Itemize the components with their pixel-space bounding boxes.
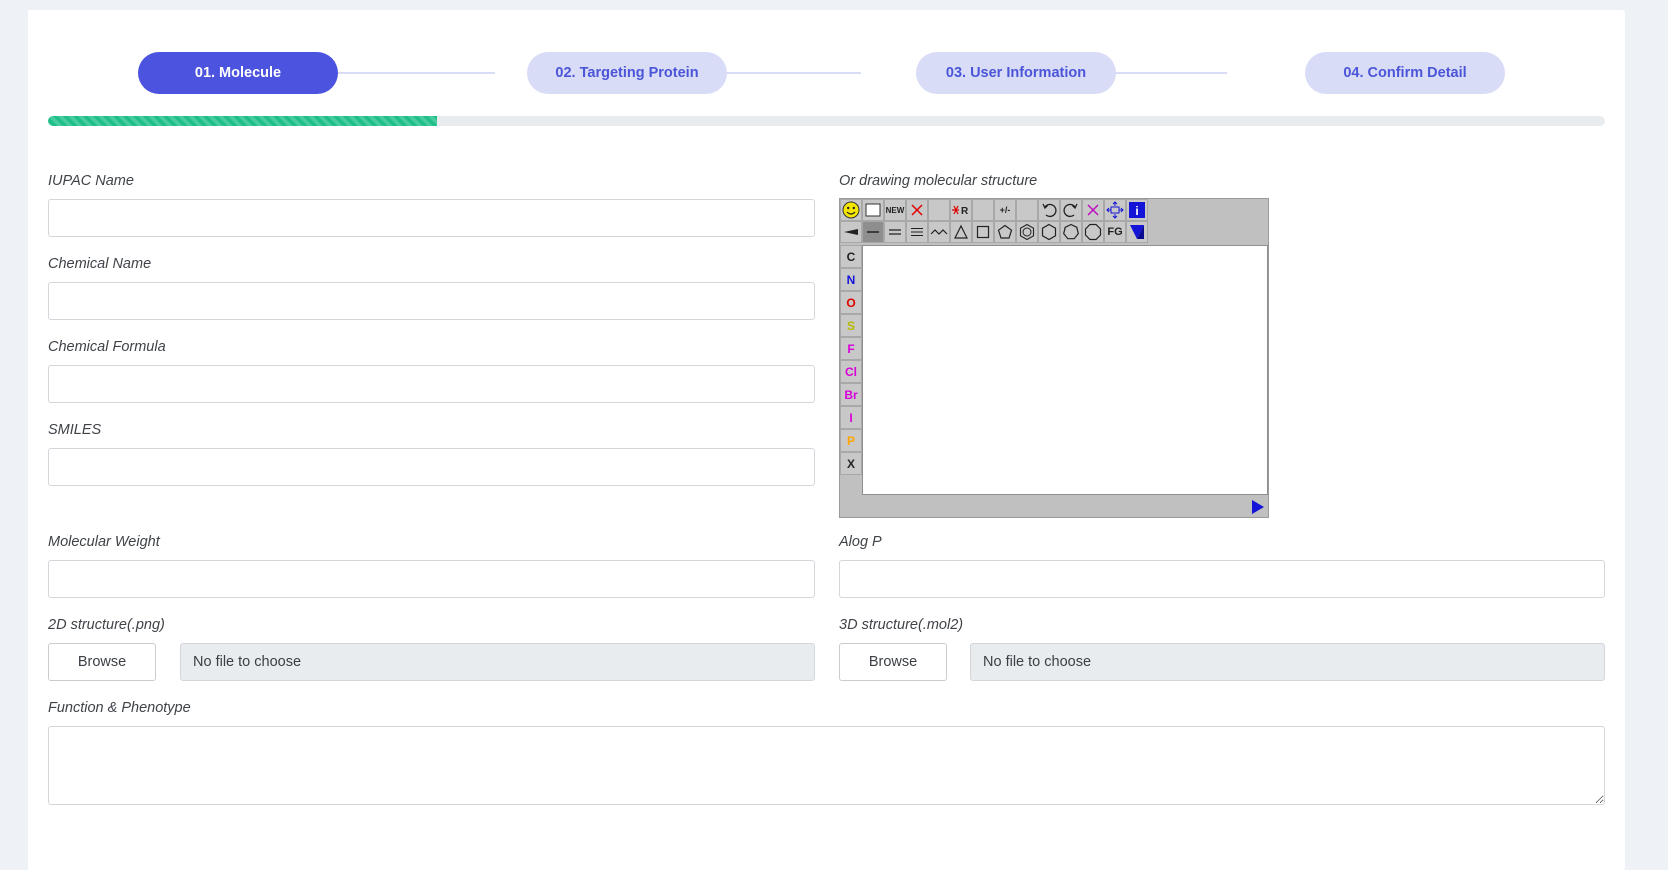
atom-button-p[interactable]: P xyxy=(840,429,862,452)
drawing-canvas[interactable] xyxy=(862,245,1268,495)
atom-button-cl[interactable]: Cl xyxy=(840,360,862,383)
double-bond-icon[interactable] xyxy=(884,221,906,243)
clear-icon[interactable] xyxy=(1082,199,1104,221)
new-button[interactable]: NEW xyxy=(884,199,906,221)
undo-icon[interactable] xyxy=(1038,199,1060,221)
wedge-bond-icon[interactable] xyxy=(840,221,862,243)
ring-3-icon[interactable] xyxy=(950,221,972,243)
ring-7-icon[interactable] xyxy=(1060,221,1082,243)
move-icon[interactable] xyxy=(1104,199,1126,221)
blank-toolbar-slot xyxy=(928,199,950,221)
smiley-icon[interactable] xyxy=(840,199,862,221)
smiles-input[interactable] xyxy=(48,448,815,486)
atom-button-c[interactable]: C xyxy=(840,245,862,268)
select-frame-icon[interactable] xyxy=(862,199,884,221)
ring-6-icon[interactable] xyxy=(1038,221,1060,243)
form-card: 01. Molecule 02. Targeting Protein 03. U… xyxy=(28,10,1625,870)
editor-toolbar-top: NEW R +/- i xyxy=(840,199,1148,221)
browse-3d-button[interactable]: Browse xyxy=(839,643,947,681)
delete-r-group-icon[interactable]: R xyxy=(950,199,972,221)
atom-button-x[interactable]: X xyxy=(840,452,862,475)
smiles-label: SMILES xyxy=(48,422,102,438)
ring-5-icon[interactable] xyxy=(994,221,1016,243)
atom-button-n[interactable]: N xyxy=(840,268,862,291)
chain-icon[interactable] xyxy=(928,221,950,243)
charge-label: +/- xyxy=(999,205,1011,215)
single-bond-icon[interactable] xyxy=(862,221,884,243)
stepper: 01. Molecule 02. Targeting Protein 03. U… xyxy=(28,52,1625,94)
alog-p-input[interactable] xyxy=(839,560,1605,598)
step-user-information[interactable]: 03. User Information xyxy=(916,52,1116,94)
chemical-name-input[interactable] xyxy=(48,282,815,320)
step-molecule[interactable]: 01. Molecule xyxy=(138,52,338,94)
chemical-name-label: Chemical Name xyxy=(48,256,152,272)
atom-button-br[interactable]: Br xyxy=(840,383,862,406)
step-label: 02. Targeting Protein xyxy=(555,65,699,81)
step-label: 03. User Information xyxy=(945,65,1087,81)
file-2d-display[interactable]: No file to choose xyxy=(180,643,815,681)
info-label: i xyxy=(1135,204,1138,218)
play-arrow-icon[interactable] xyxy=(1252,500,1264,514)
step-label: 01. Molecule xyxy=(194,65,282,81)
chemical-formula-label: Chemical Formula xyxy=(48,339,166,355)
editor-toolbar-bonds: FG xyxy=(840,221,1148,243)
blank-toolbar-slot xyxy=(1016,199,1038,221)
blank-toolbar-slot xyxy=(972,199,994,221)
atom-button-f[interactable]: F xyxy=(840,337,862,360)
functional-group-button[interactable]: FG xyxy=(1104,221,1126,243)
molecule-editor[interactable]: NEW R +/- i FG C N O S F Cl Br I P X xyxy=(839,198,1269,518)
function-phenotype-label: Function & Phenotype xyxy=(48,700,191,716)
iupac-name-input[interactable] xyxy=(48,199,815,237)
template-icon[interactable] xyxy=(1126,221,1148,243)
function-phenotype-textarea[interactable] xyxy=(48,726,1605,805)
editor-atom-palette: C N O S F Cl Br I P X xyxy=(840,245,862,475)
progress-fill xyxy=(48,116,438,126)
step-label: 04. Confirm Detail xyxy=(1343,65,1467,81)
browse-2d-button[interactable]: Browse xyxy=(48,643,156,681)
molecular-weight-label: Molecular Weight xyxy=(48,534,160,550)
step-connector xyxy=(323,72,495,74)
redo-icon[interactable] xyxy=(1060,199,1082,221)
progress-bar xyxy=(48,116,1605,126)
molecular-weight-input[interactable] xyxy=(48,560,815,598)
structure-3d-label: 3D structure(.mol2) xyxy=(839,617,964,633)
delete-x-icon[interactable] xyxy=(906,199,928,221)
r-label: R xyxy=(961,206,969,217)
charge-icon[interactable]: +/- xyxy=(994,199,1016,221)
benzene-icon[interactable] xyxy=(1016,221,1038,243)
step-confirm-detail[interactable]: 04. Confirm Detail xyxy=(1305,52,1505,94)
file-3d-display[interactable]: No file to choose xyxy=(970,643,1605,681)
step-targeting-protein[interactable]: 02. Targeting Protein xyxy=(527,52,727,94)
ring-8-icon[interactable] xyxy=(1082,221,1104,243)
atom-button-i[interactable]: I xyxy=(840,406,862,429)
structure-2d-label: 2D structure(.png) xyxy=(48,617,165,633)
ring-4-icon[interactable] xyxy=(972,221,994,243)
chemical-formula-input[interactable] xyxy=(48,365,815,403)
alog-p-label: Alog P xyxy=(839,534,882,550)
info-icon[interactable]: i xyxy=(1126,199,1148,221)
triple-bond-icon[interactable] xyxy=(906,221,928,243)
atom-button-o[interactable]: O xyxy=(840,291,862,314)
drawing-label: Or drawing molecular structure xyxy=(839,173,1038,189)
iupac-name-label: IUPAC Name xyxy=(48,173,134,189)
atom-button-s[interactable]: S xyxy=(840,314,862,337)
